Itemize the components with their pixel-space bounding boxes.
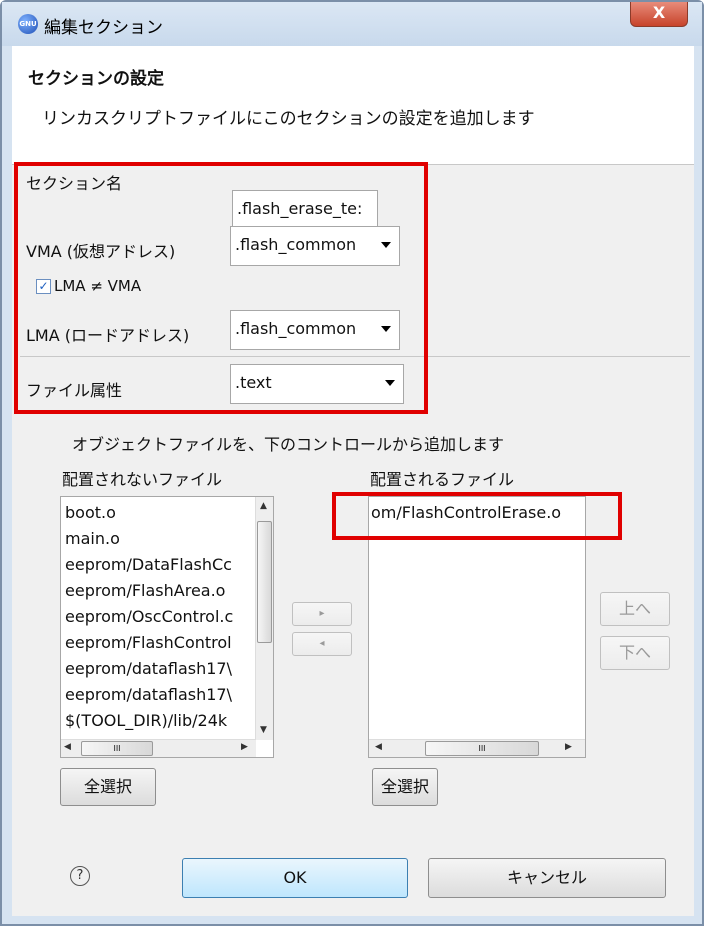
horizontal-scrollbar[interactable]: ◀ III ▶: [61, 739, 256, 757]
scroll-right-icon[interactable]: ▶: [565, 742, 572, 752]
dialog-window: GNU 編集セクション X セクションの設定 リンカスクリプトファイルにこのセク…: [0, 0, 704, 926]
select-all-unplaced-button[interactable]: 全選択: [60, 768, 156, 806]
list-item[interactable]: eeprom/dataflash17\: [65, 659, 232, 678]
move-down-button[interactable]: 下へ: [600, 636, 670, 670]
dialog-header: セクションの設定 リンカスクリプトファイルにこのセクションの設定を追加します: [12, 46, 694, 165]
horizontal-scrollbar[interactable]: ◀ III ▶: [369, 739, 585, 757]
vertical-scrollbar[interactable]: ▲ ▼: [255, 497, 273, 740]
close-button[interactable]: X: [630, 2, 688, 27]
scroll-right-icon[interactable]: ▶: [241, 742, 248, 752]
scroll-left-icon[interactable]: ◀: [64, 742, 71, 752]
scroll-up-icon[interactable]: ▲: [260, 501, 267, 511]
scroll-thumb[interactable]: [257, 521, 272, 643]
scroll-down-icon[interactable]: ▼: [260, 725, 267, 735]
move-left-button[interactable]: ◂: [292, 632, 352, 656]
placed-files-label: 配置されるファイル: [370, 470, 515, 489]
move-up-button[interactable]: 上へ: [600, 592, 670, 626]
unplaced-files-list[interactable]: boot.o main.o eeprom/DataFlashCc eeprom/…: [60, 496, 274, 758]
scroll-thumb[interactable]: III: [81, 741, 153, 756]
select-all-placed-button[interactable]: 全選択: [372, 768, 438, 806]
list-item[interactable]: main.o: [65, 529, 120, 548]
list-item[interactable]: eeprom/FlashControl: [65, 633, 232, 652]
help-icon[interactable]: ?: [70, 866, 90, 886]
move-right-button[interactable]: ▸: [292, 602, 352, 626]
header-title: セクションの設定: [28, 69, 164, 89]
placed-file-highlight: [332, 492, 622, 540]
window-title: 編集セクション: [44, 18, 163, 38]
scroll-left-icon[interactable]: ◀: [375, 742, 382, 752]
list-item[interactable]: eeprom/dataflash17\: [65, 685, 232, 704]
list-item[interactable]: $(TOOL_DIR)/lib/24k: [65, 711, 227, 730]
header-description: リンカスクリプトファイルにこのセクションの設定を追加します: [42, 109, 535, 129]
list-item[interactable]: eeprom/OscControl.c: [65, 607, 233, 626]
cancel-button[interactable]: キャンセル: [428, 858, 666, 898]
title-bar[interactable]: GNU 編集セクション X: [2, 2, 702, 46]
scroll-thumb[interactable]: III: [425, 741, 539, 756]
objects-instruction: オブジェクトファイルを、下のコントロールから追加します: [72, 435, 505, 454]
list-item[interactable]: boot.o: [65, 503, 116, 522]
list-item[interactable]: eeprom/FlashArea.o: [65, 581, 225, 600]
unplaced-files-label: 配置されないファイル: [62, 470, 223, 489]
list-item[interactable]: eeprom/DataFlashCc: [65, 555, 232, 574]
dialog-client-area: セクションの設定 リンカスクリプトファイルにこのセクションの設定を追加します セ…: [12, 46, 694, 916]
ok-button[interactable]: OK: [182, 858, 408, 898]
gnu-app-icon: GNU: [18, 14, 38, 34]
section-settings-highlight: [14, 162, 428, 414]
